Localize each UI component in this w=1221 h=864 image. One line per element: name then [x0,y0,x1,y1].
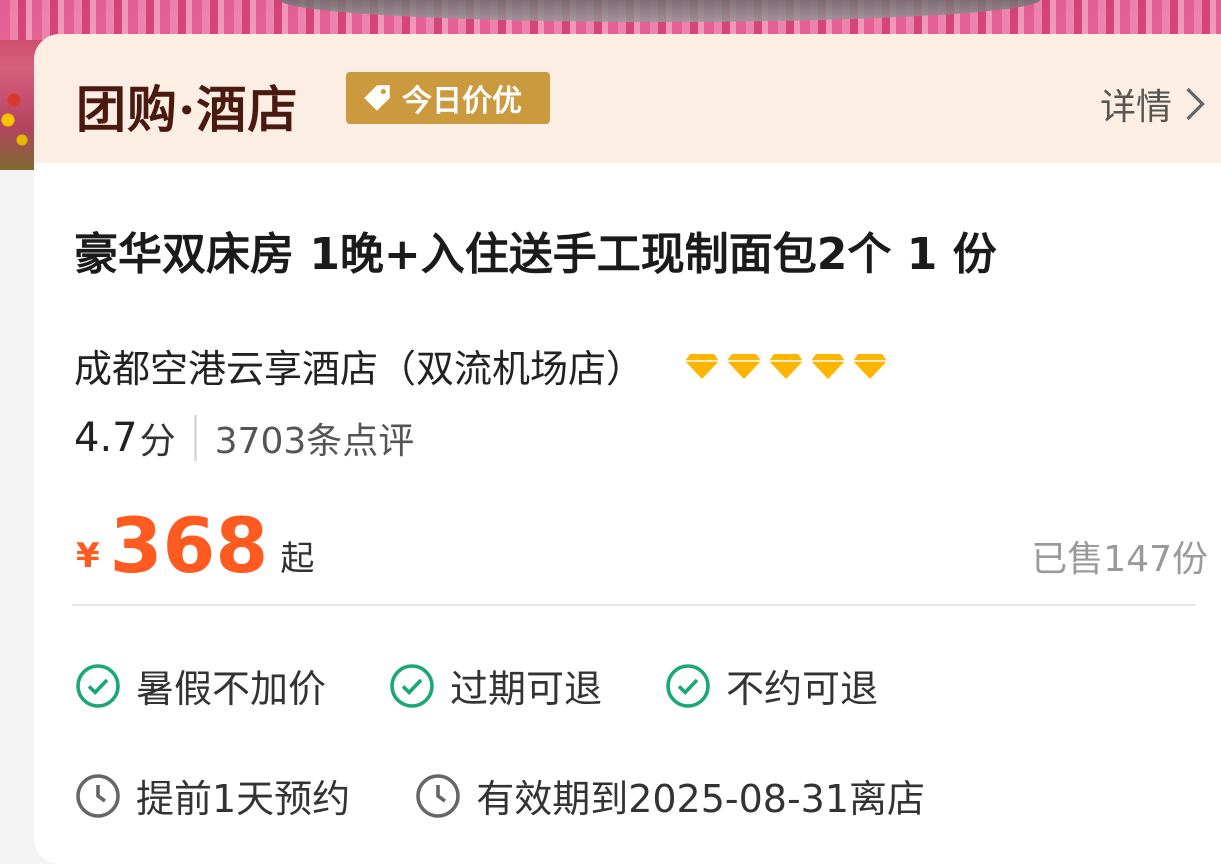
rating-row: 4.7 分 3703条点评 [74,412,414,464]
diamond-icon [685,353,720,379]
clock-icon [416,773,460,818]
card-header: 团购·酒店 今日价优 详情 [34,34,1221,163]
diamond-icon [811,353,846,379]
hotel-deal-card[interactable]: 团购·酒店 今日价优 详情 豪华双床房 1晚+入住送手工现制面包2个 1 份 成… [34,34,1221,864]
chevron-right-icon [1186,87,1205,121]
hotel-row: 成都空港云享酒店（双流机场店） [74,338,888,393]
diamond-icon [853,353,888,379]
check-circle-icon [76,663,120,708]
hotel-name[interactable]: 成都空港云享酒店（双流机场店） [74,338,644,393]
price-suffix: 起 [280,539,315,579]
feature-label: 过期可退 [450,667,603,711]
rating-divider [193,415,197,461]
price-row: ¥ 368 起 [76,508,314,584]
rating-score-unit: 分 [139,421,176,462]
review-count[interactable]: 3703条点评 [215,412,415,464]
sold-count: 已售147份 [1031,539,1208,580]
details-label: 详情 [1099,87,1172,128]
rating-score: 4.7 [74,415,138,461]
feature-label: 暑假不加价 [136,667,327,711]
clock-icon [76,773,120,818]
price-value: 368 [109,501,269,590]
feature-list: 暑假不加价 过期可退 不约可退 [74,658,940,713]
booking-label: 提前1天预约 [136,777,351,821]
feature-item: 暑假不加价 [74,658,326,713]
check-circle-icon [666,663,710,708]
check-circle-icon [390,663,434,708]
feature-item: 不约可退 [664,658,878,713]
booking-item: 提前1天预约 [74,768,350,823]
product-title[interactable]: 豪华双床房 1晚+入住送手工现制面包2个 1 份 [74,218,997,282]
booking-info: 提前1天预约 有效期到2025-08-31离店 [74,768,989,823]
diamond-icon [727,353,762,379]
promo-badge-label: 今日价优 [402,84,522,119]
feature-label: 不约可退 [726,667,879,711]
diamond-icon [769,353,804,379]
diamond-rating [684,352,888,380]
booking-label: 有效期到2025-08-31离店 [476,777,926,821]
brand-title: 团购·酒店 [76,80,299,139]
currency-symbol: ¥ [76,536,100,576]
section-divider [72,604,1196,606]
tag-icon [364,85,390,111]
promo-badge: 今日价优 [346,72,550,124]
booking-item: 有效期到2025-08-31离店 [414,768,925,823]
details-link[interactable]: 详情 [1100,78,1208,130]
feature-item: 过期可退 [388,658,602,713]
